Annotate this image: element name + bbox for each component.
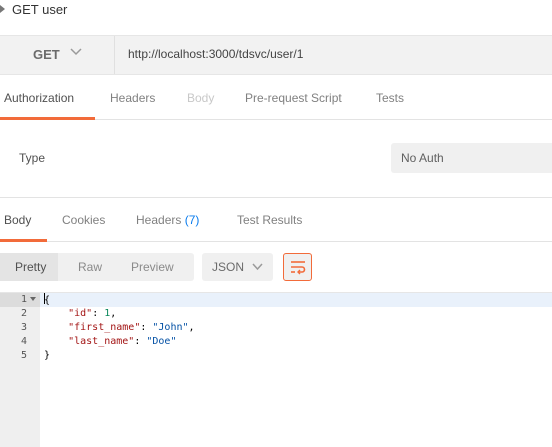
auth-type-value: No Auth (401, 151, 444, 165)
method-select[interactable]: GET (0, 36, 115, 74)
code-line: "last_name": "Doe" (68, 336, 177, 347)
tab-response-body[interactable]: Body (4, 213, 31, 227)
code-line: "id": 1, (68, 308, 117, 319)
code-line: { (44, 293, 50, 308)
response-body-viewer[interactable]: 1 2 3 4 5 { "id": 1, "first_name": "John… (0, 292, 552, 447)
chevron-down-icon (70, 48, 82, 56)
method-label: GET (33, 47, 60, 62)
code-line: } (44, 349, 50, 363)
view-preview-button[interactable]: Preview (131, 260, 174, 274)
tab-tests[interactable]: Tests (376, 91, 404, 105)
line-number: 4 (20, 336, 27, 347)
tab-cookies[interactable]: Cookies (62, 213, 105, 227)
view-mode-group: Pretty Raw Preview (0, 253, 194, 281)
json-key: "last_name" (68, 336, 135, 347)
line-number: 3 (20, 322, 27, 333)
tab-authorization[interactable]: Authorization (4, 91, 74, 105)
auth-type-select[interactable]: No Auth (391, 143, 552, 173)
tab-pre-request-script[interactable]: Pre-request Script (245, 91, 342, 105)
response-headers-label: Headers (136, 213, 182, 227)
collapse-caret-icon[interactable] (0, 5, 5, 13)
json-comma: , (188, 322, 195, 333)
wrap-lines-button[interactable] (283, 253, 312, 281)
code-line: "first_name": "John", (68, 322, 195, 333)
line-number: 5 (20, 350, 27, 361)
headers-count-badge: (7) (184, 213, 200, 227)
url-bar: GET http://localhost:3000/tdsvc/user/1 (0, 35, 552, 75)
json-close-brace: } (44, 350, 51, 361)
json-comma: , (110, 308, 117, 319)
tab-body[interactable]: Body (187, 91, 214, 105)
auth-panel: Type No Auth (0, 117, 552, 198)
format-label: JSON (212, 260, 245, 274)
json-key: "first_name" (68, 322, 141, 333)
view-raw-button[interactable]: Raw (78, 260, 102, 274)
url-input[interactable]: http://localhost:3000/tdsvc/user/1 (128, 47, 303, 61)
format-select[interactable]: JSON (202, 253, 273, 281)
tab-test-results[interactable]: Test Results (237, 213, 302, 227)
auth-type-label: Type (19, 151, 46, 165)
json-value: "Doe" (146, 336, 177, 347)
request-name: GET user (12, 2, 68, 17)
request-tabs: Authorization Headers Body Pre-request S… (0, 78, 552, 120)
request-title-bar[interactable]: GET user (0, 0, 552, 22)
tab-response-headers[interactable]: Headers (7) (136, 213, 199, 227)
json-open-brace: { (44, 295, 51, 306)
json-value: "John" (152, 322, 189, 333)
chevron-down-icon (252, 263, 263, 271)
fold-caret-icon[interactable] (30, 297, 36, 301)
json-key: "id" (68, 308, 93, 319)
active-line-highlight (40, 293, 552, 307)
line-number: 1 (20, 294, 27, 305)
view-pretty-button[interactable]: Pretty (15, 260, 46, 274)
response-toolbar: Pretty Raw Preview JSON (0, 242, 552, 292)
tab-headers[interactable]: Headers (110, 91, 155, 105)
wrap-lines-icon (291, 261, 306, 275)
line-number: 2 (20, 308, 27, 319)
response-tabs: Body Cookies Headers (7) Test Results (0, 200, 552, 242)
